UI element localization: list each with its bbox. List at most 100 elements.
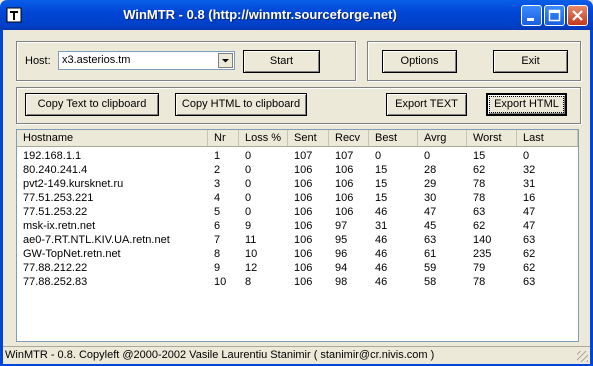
table-row[interactable]: 192.168.1.1 1 0 107 107 0 0 15 0 <box>17 149 578 163</box>
cell-nr: 1 <box>214 150 221 162</box>
cell-nr: 7 <box>214 234 221 246</box>
cell-last: 31 <box>523 178 536 190</box>
host-input[interactable]: x3.asterios.tm <box>62 54 130 66</box>
cell-nr: 10 <box>214 276 227 288</box>
cell-avrg: 63 <box>424 234 437 246</box>
table-row[interactable]: 77.88.212.22 9 12 106 94 46 59 79 62 <box>17 261 578 275</box>
column-header-hostname[interactable]: Hostname <box>17 130 208 146</box>
column-header-last[interactable]: Last <box>517 130 578 146</box>
cell-recv: 106 <box>335 206 354 218</box>
cell-sent: 107 <box>294 150 313 162</box>
close-button[interactable] <box>567 5 588 26</box>
host-combobox[interactable]: x3.asterios.tm <box>58 51 235 70</box>
cell-sent: 106 <box>294 220 313 232</box>
export-text-button[interactable]: Export TEXT <box>386 93 467 116</box>
cell-hostname: msk-ix.retn.net <box>23 220 96 232</box>
window-title: WinMTR - 0.8 (http://winmtr.sourceforge.… <box>123 7 397 22</box>
copy-text-button[interactable]: Copy Text to clipboard <box>25 93 159 116</box>
cell-hostname: 192.168.1.1 <box>23 150 82 162</box>
status-text: WinMTR - 0.8. Copyleft @2000-2002 Vasile… <box>5 349 435 361</box>
cell-avrg: 47 <box>424 206 437 218</box>
cell-hostname: 77.88.212.22 <box>23 262 88 274</box>
cell-nr: 9 <box>214 262 221 274</box>
cell-nr: 8 <box>214 248 221 260</box>
export-html-button[interactable]: Export HTML <box>486 93 567 116</box>
cell-nr: 4 <box>214 192 221 204</box>
cell-sent: 106 <box>294 248 313 260</box>
column-header-avrg[interactable]: Avrg <box>418 130 467 146</box>
table-row[interactable]: 77.88.252.83 10 8 106 98 46 58 78 63 <box>17 275 578 289</box>
cell-last: 47 <box>523 206 536 218</box>
table-row[interactable]: 77.51.253.221 4 0 106 106 15 30 78 16 <box>17 191 578 205</box>
column-header-loss[interactable]: Loss % <box>239 130 288 146</box>
title-bar[interactable]: WinMTR - 0.8 (http://winmtr.sourceforge.… <box>0 0 593 30</box>
status-bar: WinMTR - 0.8. Copyleft @2000-2002 Vasile… <box>3 346 590 364</box>
close-icon <box>572 10 583 21</box>
cell-best: 46 <box>375 234 388 246</box>
cell-best: 15 <box>375 192 388 204</box>
cell-loss: 10 <box>245 248 258 260</box>
cell-avrg: 45 <box>424 220 437 232</box>
cell-nr: 5 <box>214 206 221 218</box>
cell-hostname: GW-TopNet.retn.net <box>23 248 121 260</box>
maximize-button[interactable] <box>544 5 565 26</box>
column-header-nr[interactable]: Nr <box>208 130 239 146</box>
cell-nr: 6 <box>214 220 221 232</box>
cell-avrg: 61 <box>424 248 437 260</box>
cell-hostname: pvt2-149.kursknet.ru <box>23 178 124 190</box>
column-header-worst[interactable]: Worst <box>467 130 517 146</box>
cell-avrg: 29 <box>424 178 437 190</box>
table-row[interactable]: GW-TopNet.retn.net 8 10 106 96 46 61 235 62 <box>17 247 578 261</box>
cell-avrg: 58 <box>424 276 437 288</box>
column-header-sent[interactable]: Sent <box>288 130 329 146</box>
table-row[interactable]: 77.51.253.22 5 0 106 106 46 47 63 47 <box>17 205 578 219</box>
cell-avrg: 30 <box>424 192 437 204</box>
cell-worst: 235 <box>473 248 492 260</box>
cell-worst: 15 <box>473 150 486 162</box>
minimize-button[interactable] <box>521 5 542 26</box>
cell-avrg: 28 <box>424 164 437 176</box>
dropdown-button[interactable] <box>218 53 233 68</box>
cell-last: 63 <box>523 234 536 246</box>
cell-last: 62 <box>523 262 536 274</box>
cell-best: 15 <box>375 178 388 190</box>
cell-best: 15 <box>375 164 388 176</box>
cell-worst: 63 <box>473 206 486 218</box>
cell-worst: 140 <box>473 234 492 246</box>
cell-worst: 78 <box>473 192 486 204</box>
table-row[interactable]: msk-ix.retn.net 6 9 106 97 31 45 62 47 <box>17 219 578 233</box>
cell-last: 32 <box>523 164 536 176</box>
cell-loss: 8 <box>245 276 252 288</box>
table-row[interactable]: pvt2-149.kursknet.ru 3 0 106 106 15 29 78 31 <box>17 177 578 191</box>
cell-best: 46 <box>375 276 388 288</box>
cell-sent: 106 <box>294 178 313 190</box>
cell-recv: 95 <box>335 234 348 246</box>
cell-sent: 106 <box>294 262 313 274</box>
cell-last: 0 <box>523 150 530 162</box>
minimize-icon <box>527 18 534 21</box>
table-row[interactable]: ae0-7.RT.NTL.KIV.UA.retn.net 7 11 106 95 46 63… <box>17 233 578 247</box>
copy-html-button[interactable]: Copy HTML to clipboard <box>175 93 307 116</box>
start-button[interactable]: Start <box>243 50 320 73</box>
resize-grip-icon[interactable] <box>577 351 588 362</box>
cell-worst: 62 <box>473 164 486 176</box>
cell-sent: 106 <box>294 276 313 288</box>
table-row[interactable]: 80.240.241.4 2 0 106 106 15 28 62 32 <box>17 163 578 177</box>
cell-loss: 0 <box>245 178 252 190</box>
chevron-down-icon <box>222 59 229 63</box>
cell-loss: 0 <box>245 150 252 162</box>
options-button[interactable]: Options <box>382 50 457 73</box>
exit-button[interactable]: Exit <box>493 50 568 73</box>
cell-best: 31 <box>375 220 388 232</box>
cell-recv: 106 <box>335 192 354 204</box>
cell-sent: 106 <box>294 192 313 204</box>
cell-recv: 96 <box>335 248 348 260</box>
column-header-best[interactable]: Best <box>369 130 418 146</box>
trace-results-table[interactable]: Hostname Nr Loss % Sent Recv Best Avrg W… <box>16 129 579 342</box>
column-header-recv[interactable]: Recv <box>329 130 369 146</box>
host-label: Host: <box>25 55 51 67</box>
cell-recv: 106 <box>335 178 354 190</box>
cell-recv: 98 <box>335 276 348 288</box>
cell-loss: 0 <box>245 164 252 176</box>
cell-avrg: 59 <box>424 262 437 274</box>
